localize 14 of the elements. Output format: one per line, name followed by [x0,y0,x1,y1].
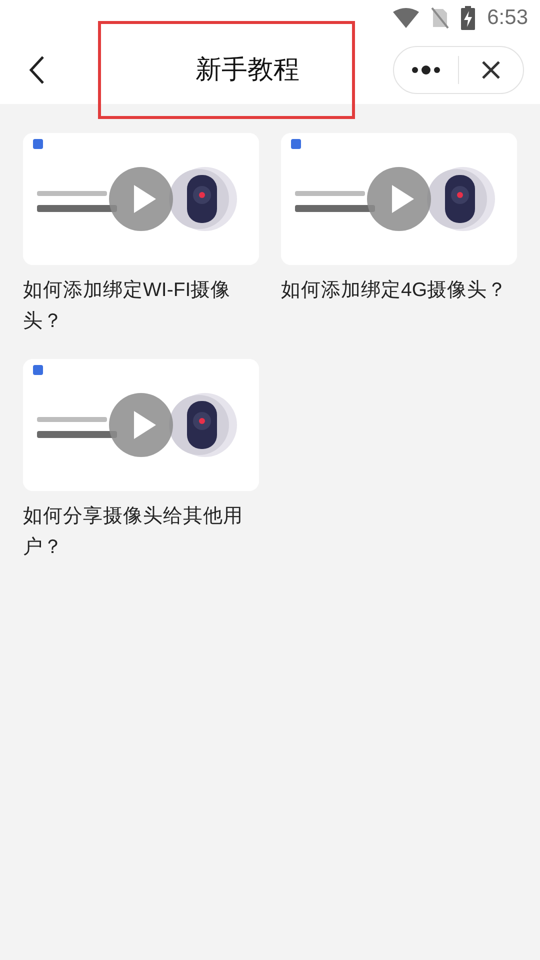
video-title[interactable]: 如何分享摄像头给其他用户？ [23,501,259,563]
video-title[interactable]: 如何添加绑定WI-FI摄像头？ [23,275,259,337]
page-title: 新手教程 [196,53,300,86]
play-icon[interactable] [367,167,431,231]
battery-charging-icon [461,6,476,30]
back-icon [29,54,45,84]
play-icon[interactable] [109,167,173,231]
status-time: 6:53 [487,4,528,31]
wifi-icon [393,8,420,28]
play-icon[interactable] [109,393,173,457]
no-sim-icon [431,6,450,28]
video-title[interactable]: 如何添加绑定4G摄像头？ [281,275,517,306]
close-icon [481,60,501,80]
more-icon [411,64,441,74]
